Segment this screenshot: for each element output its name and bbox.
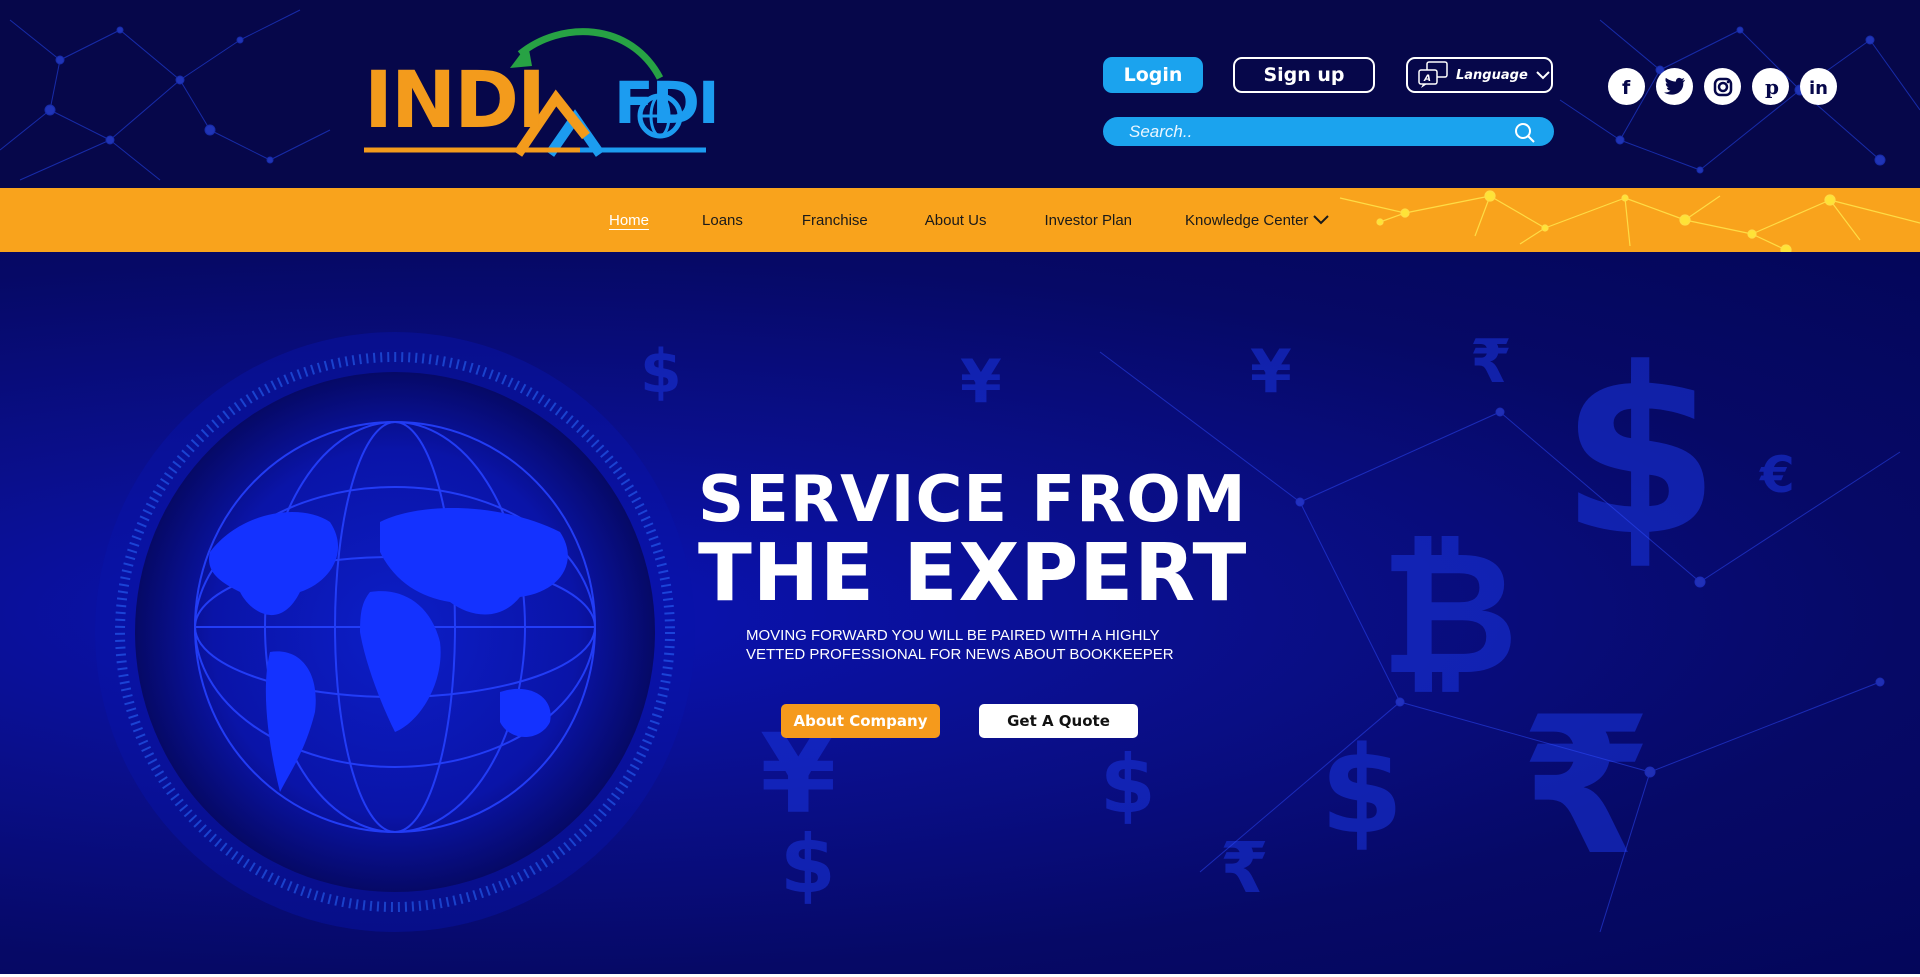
hero-title: SERVICE FROM THE EXPERT (698, 468, 1247, 613)
hero-subtitle-line2: VETTED PROFESSIONAL FOR NEWS ABOUT BOOKK… (746, 646, 1174, 663)
get-a-quote-button[interactable]: Get A Quote (979, 704, 1138, 738)
twitter-icon[interactable] (1656, 68, 1693, 105)
language-selector[interactable]: A Language (1406, 57, 1553, 93)
about-company-button[interactable]: About Company (781, 704, 940, 738)
svg-text:in: in (1809, 78, 1828, 97)
instagram-icon[interactable] (1704, 68, 1741, 105)
svg-text:₹: ₹ (1470, 327, 1512, 397)
logo-text-india: INDI (364, 56, 546, 146)
hero-subtitle-line1: MOVING FORWARD YOU WILL BE PAIRED WITH A… (746, 627, 1160, 644)
linkedin-icon[interactable]: in (1800, 68, 1837, 105)
nav-item-knowledge-center[interactable]: Knowledge Center (1185, 212, 1329, 229)
chevron-down-icon (1536, 71, 1550, 80)
logo-text: INDI FDI (364, 62, 719, 140)
search-icon[interactable] (1514, 122, 1536, 144)
logo-text-fdi: FDI (614, 69, 719, 137)
svg-text:¥: ¥ (960, 347, 1002, 417)
pinterest-icon[interactable]: p (1752, 68, 1789, 105)
nav-item-investor-plan[interactable]: Investor Plan (1044, 212, 1132, 229)
svg-text:$: $ (1560, 320, 1720, 587)
hero-subtitle: MOVING FORWARD YOU WILL BE PAIRED WITH A… (746, 626, 1186, 664)
svg-text:₿: ₿ (1380, 515, 1519, 713)
nav-item-franchise[interactable]: Franchise (802, 212, 868, 229)
language-label: Language (1456, 67, 1528, 83)
signup-button[interactable]: Sign up (1233, 57, 1375, 93)
search-bar[interactable] (1103, 117, 1554, 146)
facebook-icon[interactable]: f (1608, 68, 1645, 105)
login-button[interactable]: Login (1103, 57, 1203, 93)
svg-text:A: A (1423, 74, 1431, 84)
social-links: f p in (1608, 68, 1837, 122)
svg-text:₹: ₹ (1520, 676, 1652, 897)
hero-title-line2: THE EXPERT (698, 527, 1248, 619)
svg-text:p: p (1765, 76, 1779, 98)
nav-item-home[interactable]: Home (609, 212, 649, 229)
site-header: INDI FDI Login Sign up A Language f (0, 0, 1920, 188)
hero-banner: $ ₿ ₹ $ ¥ $ ₹ ¥ ₹ € $ ¥ $ SERVICE FROM T… (0, 252, 1920, 977)
nav-item-loans[interactable]: Loans (702, 212, 743, 229)
knowledge-center-label: Knowledge Center (1185, 211, 1309, 229)
site-logo[interactable]: INDI FDI (360, 26, 720, 160)
svg-text:$: $ (780, 818, 836, 911)
hero-title-line1: SERVICE FROM (698, 463, 1247, 537)
svg-text:₹: ₹ (1220, 827, 1269, 909)
svg-text:f: f (1622, 77, 1631, 97)
nav-items: Home Loans Franchise About Us Investor P… (609, 188, 1329, 252)
main-navigation: Home Loans Franchise About Us Investor P… (0, 188, 1920, 252)
svg-text:¥: ¥ (1250, 337, 1292, 407)
chevron-down-icon (1312, 214, 1329, 224)
nav-item-about-us[interactable]: About Us (925, 212, 987, 229)
svg-text:€: € (1759, 446, 1795, 504)
svg-text:$: $ (1100, 738, 1156, 831)
search-input[interactable] (1127, 120, 1491, 143)
translate-icon: A (1418, 61, 1448, 88)
svg-text:$: $ (1320, 722, 1404, 861)
svg-text:$: $ (640, 337, 682, 407)
